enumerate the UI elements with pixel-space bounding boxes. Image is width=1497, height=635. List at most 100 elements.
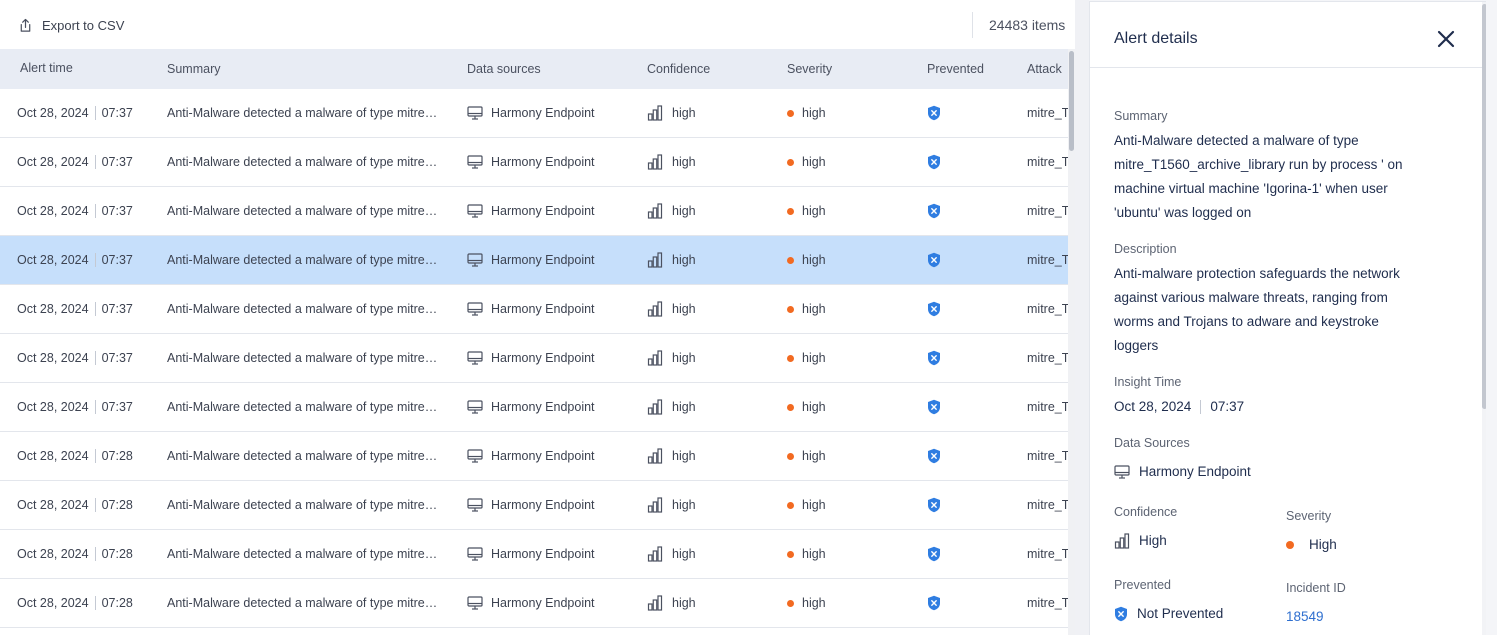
summary-cell: Anti-Malware detected a malware of type … (167, 334, 439, 382)
confidence-cell: high (647, 334, 767, 382)
table-row[interactable]: Oct 28, 2024 07:37 Anti-Malware detected… (0, 334, 1068, 383)
severity-dot (787, 599, 794, 607)
time-divider (94, 106, 96, 120)
table-row[interactable]: Oct 28, 2024 07:37 Anti-Malware detected… (0, 285, 1068, 334)
incident-id-label: Incident ID (1286, 581, 1346, 595)
prevented-cell (927, 334, 967, 382)
column-header-data-sources[interactable]: Data sources (467, 49, 541, 89)
data-source-text: Harmony Endpoint (491, 204, 595, 218)
column-header-severity[interactable]: Severity (787, 49, 832, 89)
alert-date: Oct 28, 2024 (17, 547, 89, 561)
shield-x-icon (928, 399, 940, 415)
table-row[interactable]: Oct 28, 2024 07:28 Anti-Malware detected… (0, 530, 1068, 579)
attack-cell: mitre_T1560 (1027, 481, 1068, 529)
column-header-prevented[interactable]: Prevented (927, 49, 984, 89)
bar-chart-icon (647, 252, 663, 268)
severity-dot (787, 403, 794, 411)
severity-cell: high (787, 187, 907, 235)
alert-time: 07:37 (101, 204, 133, 218)
attack-cell: mitre_T1560 (1027, 579, 1068, 627)
table-row[interactable]: Oct 28, 2024 07:37 Anti-Malware detected… (0, 89, 1068, 138)
monitor-icon (467, 106, 483, 120)
summary-text: Anti-Malware detected a malware of type … (167, 155, 439, 169)
confidence-text: high (672, 106, 696, 120)
severity-dot (1286, 541, 1294, 549)
prevented-text: Not Prevented (1137, 606, 1224, 621)
table-row[interactable]: Oct 28, 2024 07:28 Anti-Malware detected… (0, 432, 1068, 481)
item-count: 24483 items (989, 17, 1066, 33)
attack-text: mitre_T1560 (1027, 596, 1068, 610)
shield-x-icon (928, 154, 940, 170)
alert-date: Oct 28, 2024 (17, 302, 89, 316)
alert-time-cell: Oct 28, 2024 07:37 (17, 383, 157, 431)
summary-text: Anti-Malware detected a malware of type … (167, 400, 439, 414)
alert-date: Oct 28, 2024 (17, 204, 89, 218)
table-row[interactable]: Oct 28, 2024 07:37 Anti-Malware detected… (0, 187, 1068, 236)
severity-dot (787, 109, 794, 117)
monitor-icon (467, 449, 483, 463)
attack-text: mitre_T1560 (1027, 302, 1068, 316)
close-icon (1437, 30, 1455, 48)
alerts-table-area: Export to CSV 24483 items Alert time Sum… (0, 0, 1075, 635)
prevented-cell (927, 236, 967, 284)
alert-date: Oct 28, 2024 (17, 351, 89, 365)
table-row[interactable]: Oct 28, 2024 07:37 Anti-Malware detected… (0, 236, 1068, 285)
summary-text: Anti-Malware detected a malware of type … (167, 498, 439, 512)
close-panel-button[interactable] (1436, 29, 1456, 49)
attack-cell: mitre_T1560 (1027, 530, 1068, 578)
export-csv-button[interactable]: Export to CSV (18, 14, 124, 36)
column-header-confidence[interactable]: Confidence (647, 49, 710, 89)
data-source-cell: Harmony Endpoint (467, 530, 637, 578)
time-divider (94, 253, 96, 267)
attack-text: mitre_T1560 (1027, 155, 1068, 169)
bar-chart-icon (647, 448, 663, 464)
column-header-attack[interactable]: Attack (1027, 49, 1062, 89)
monitor-icon (467, 596, 483, 610)
attack-text: mitre_T1560 (1027, 449, 1068, 463)
table-scrollbar[interactable] (1068, 49, 1075, 635)
data-sources-label: Data Sources (1114, 436, 1190, 450)
summary-cell: Anti-Malware detected a malware of type … (167, 138, 439, 186)
table-row[interactable]: Oct 28, 2024 07:37 Anti-Malware detected… (0, 138, 1068, 187)
time-divider (94, 155, 96, 169)
monitor-icon (467, 498, 483, 512)
bar-chart-icon (647, 203, 663, 219)
confidence-text: high (672, 400, 696, 414)
monitor-icon (467, 547, 483, 561)
incident-id-link[interactable]: 18549 (1286, 605, 1324, 629)
attack-text: mitre_T1560 (1027, 106, 1068, 120)
alert-date: Oct 28, 2024 (17, 498, 89, 512)
alert-time: 07:28 (101, 547, 133, 561)
time-divider (94, 547, 96, 561)
confidence-cell: high (647, 236, 767, 284)
alert-date: Oct 28, 2024 (17, 253, 89, 267)
summary-text: Anti-Malware detected a malware of type … (167, 351, 439, 365)
prevented-cell (927, 383, 967, 431)
table-row[interactable]: Oct 28, 2024 07:28 Anti-Malware detected… (0, 579, 1068, 628)
data-source-text: Harmony Endpoint (491, 596, 595, 610)
confidence-cell: high (647, 579, 767, 627)
table-scrollbar-thumb[interactable] (1069, 51, 1074, 151)
table-row[interactable]: Oct 28, 2024 07:37 Anti-Malware detected… (0, 383, 1068, 432)
confidence-text: high (672, 204, 696, 218)
bar-chart-icon (647, 595, 663, 611)
severity-cell: high (787, 334, 907, 382)
alert-time-cell: Oct 28, 2024 07:28 (17, 530, 157, 578)
alert-time: 07:37 (101, 106, 133, 120)
alert-time-cell: Oct 28, 2024 07:37 (17, 187, 157, 235)
severity-text: high (802, 253, 826, 267)
table-row[interactable]: Oct 28, 2024 07:28 Anti-Malware detected… (0, 481, 1068, 530)
column-header-summary[interactable]: Summary (167, 49, 220, 89)
alert-time-cell: Oct 28, 2024 07:37 (17, 334, 157, 382)
insight-date: Oct 28, 2024 (1114, 399, 1192, 414)
column-header-alert-time[interactable]: Alert time (20, 49, 73, 89)
bar-chart-icon (647, 546, 663, 562)
severity-text: high (802, 400, 826, 414)
bar-chart-icon (1114, 533, 1130, 549)
alert-time-cell: Oct 28, 2024 07:37 (17, 89, 157, 137)
confidence-cell: high (647, 187, 767, 235)
confidence-cell: high (647, 383, 767, 431)
data-source-text: Harmony Endpoint (491, 547, 595, 561)
severity-dot (787, 452, 794, 460)
data-source-text: Harmony Endpoint (491, 400, 595, 414)
